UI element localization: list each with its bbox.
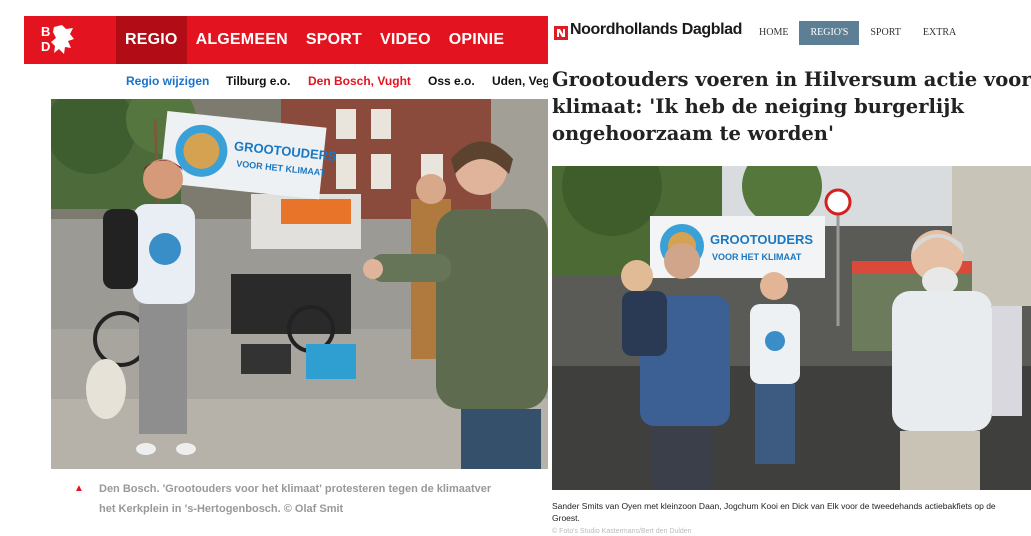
- bd-article-photo: GROOTOUDERS VOOR HET KLIMAAT: [51, 99, 548, 469]
- subnav-item-oss[interactable]: Oss e.o.: [428, 74, 475, 88]
- svg-text:B: B: [41, 24, 50, 39]
- nav-item-algemeen[interactable]: ALGEMEEN: [187, 16, 297, 64]
- nhd-article-panel: Noordhollands Dagblad HOME REGIO'S SPORT…: [548, 0, 1031, 536]
- nav-item-regios[interactable]: REGIO'S: [799, 21, 860, 45]
- bd-caption-line1: Den Bosch. 'Grootouders voor het klimaat…: [99, 483, 492, 495]
- nhd-main-nav: HOME REGIO'S SPORT EXTRA: [748, 21, 967, 45]
- nhd-headline: Grootouders voeren in Hilversum actie vo…: [552, 66, 1031, 147]
- nhd-banner-line2: VOOR HET KLIMAAT: [712, 252, 802, 262]
- nav-item-sport[interactable]: SPORT: [859, 21, 912, 45]
- bd-article-panel: B D REGIO ALGEMEEN SPORT VIDEO OPINIE Re…: [0, 0, 548, 536]
- nhd-logo-icon[interactable]: [554, 26, 568, 40]
- nhd-photo-caption: Sander Smits van Oyen met kleinzoon Daan…: [552, 501, 996, 523]
- change-region-link[interactable]: Regio wijzigen: [126, 74, 209, 88]
- svg-text:D: D: [41, 39, 50, 54]
- subnav-item-tilburg[interactable]: Tilburg e.o.: [226, 74, 290, 88]
- subnav-item-den-bosch[interactable]: Den Bosch, Vught: [308, 74, 411, 88]
- nav-item-video[interactable]: VIDEO: [371, 16, 440, 64]
- bd-top-nav-bar: B D REGIO ALGEMEEN SPORT VIDEO OPINIE: [24, 16, 548, 64]
- bd-main-nav: REGIO ALGEMEEN SPORT VIDEO OPINIE: [116, 16, 513, 64]
- nhd-headline-line3: ongehoorzaam te worden': [552, 122, 834, 145]
- nav-item-extra[interactable]: EXTRA: [912, 21, 967, 45]
- nhd-article-photo: GROOTOUDERS VOOR HET KLIMAAT: [552, 166, 1031, 490]
- nav-item-opinie[interactable]: OPINIE: [440, 16, 513, 64]
- caption-triangle-icon: ▲: [74, 483, 84, 494]
- nhd-headline-line2: klimaat: 'Ik heb de neiging burgerlijk: [552, 95, 964, 118]
- nhd-banner-line1: GROOTOUDERS: [710, 232, 813, 247]
- bd-region-subnav: Regio wijzigen Tilburg e.o. Den Bosch, V…: [0, 74, 548, 92]
- nav-item-home[interactable]: HOME: [748, 21, 799, 45]
- nav-item-sport[interactable]: SPORT: [297, 16, 371, 64]
- bd-logo[interactable]: B D: [40, 23, 76, 57]
- nhd-brand-name[interactable]: Noordhollands Dagblad: [570, 21, 742, 39]
- nav-item-regio[interactable]: REGIO: [116, 16, 187, 64]
- bd-caption-line2: het Kerkplein in 's-Hertogenbosch. © Ola…: [99, 503, 344, 515]
- nhd-photo-credit: © Foto's Studio Kastermans/Bert den Duld…: [552, 528, 692, 535]
- nhd-headline-line1: Grootouders voeren in Hilversum actie vo…: [552, 68, 1031, 91]
- subnav-item-uden[interactable]: Uden, Veg: [492, 74, 548, 88]
